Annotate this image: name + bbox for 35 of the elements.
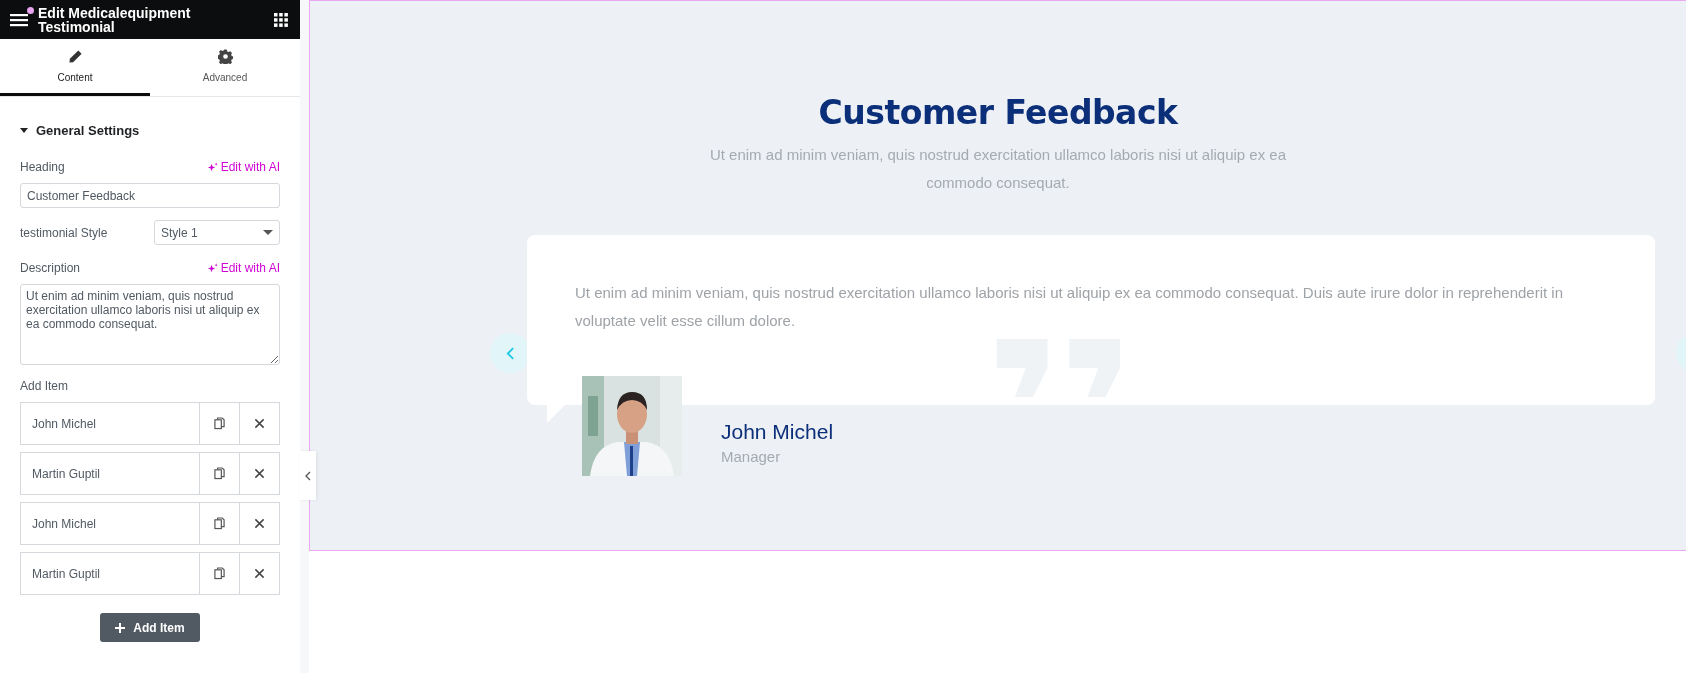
sparkle-icon xyxy=(206,161,218,173)
copy-icon xyxy=(214,467,225,480)
testimonial-quote: Ut enim ad minim veniam, quis nostrud exercitation ullamco laboris nisi ut aliquip ex ea commodo consequat. Duis aute irure dolor in reprehenderit in voluptate velit esse cillum dolore. xyxy=(575,283,1564,331)
field-label: Description xyxy=(20,261,81,275)
chevron-left-icon xyxy=(305,470,311,481)
author-role: Manager xyxy=(721,448,782,465)
description-textarea[interactable]: Ut enim ad minim veniam, quis nostrud exercitation ullamco laboris nisi ut aliquip ex ea commodo consequat. xyxy=(20,284,280,365)
panel-title: Edit Medicalequipment Testimonial xyxy=(38,5,192,34)
plus-icon xyxy=(115,622,126,633)
field-label: Heading xyxy=(20,160,65,174)
heading-input[interactable]: Customer Feedback xyxy=(20,183,280,208)
menu-icon[interactable] xyxy=(10,12,28,27)
copy-icon xyxy=(214,417,225,430)
close-icon xyxy=(254,518,265,529)
field-label: testimonial Style xyxy=(20,225,108,240)
edit-with-ai-link[interactable]: Edit with AI xyxy=(206,261,280,275)
section-subtitle: Ut enim ad minim veniam, quis nostrud exercitation ullamco laboris nisi ut aliquip ex ea commodo consequat. xyxy=(708,145,1288,193)
collapse-panel-button[interactable] xyxy=(300,451,316,500)
close-icon xyxy=(254,568,265,579)
author-name: John Michel xyxy=(721,420,834,444)
close-icon xyxy=(254,468,265,479)
style-select[interactable]: Style 1 xyxy=(154,220,280,245)
apps-grid-icon[interactable] xyxy=(274,12,288,27)
gear-icon xyxy=(217,49,233,64)
pencil-icon xyxy=(67,49,83,64)
section-heading: Customer Feedback xyxy=(818,93,1178,132)
field-label: Add Item xyxy=(20,379,70,393)
close-icon xyxy=(254,418,265,429)
add-item-button[interactable]: Add Item xyxy=(100,613,200,642)
copy-icon xyxy=(214,567,225,580)
section-toggle[interactable]: General Settings xyxy=(20,123,280,138)
copy-icon xyxy=(214,517,225,530)
edit-with-ai-link[interactable]: Edit with AI xyxy=(206,160,280,174)
chevron-left-icon xyxy=(505,346,515,360)
sparkle-icon xyxy=(206,262,218,274)
